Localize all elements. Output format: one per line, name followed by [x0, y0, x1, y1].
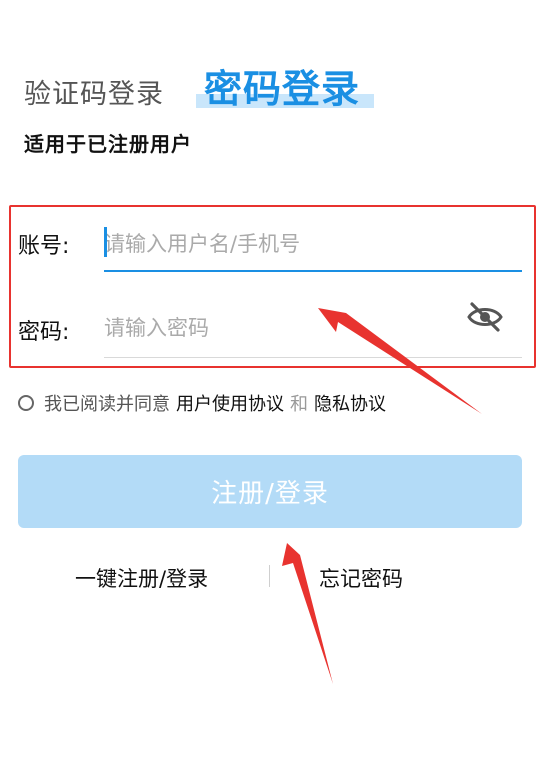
- annotation-arrows: [282, 308, 482, 684]
- annotation-arrow-lower: [282, 543, 333, 684]
- annotation-arrow-upper: [318, 308, 482, 414]
